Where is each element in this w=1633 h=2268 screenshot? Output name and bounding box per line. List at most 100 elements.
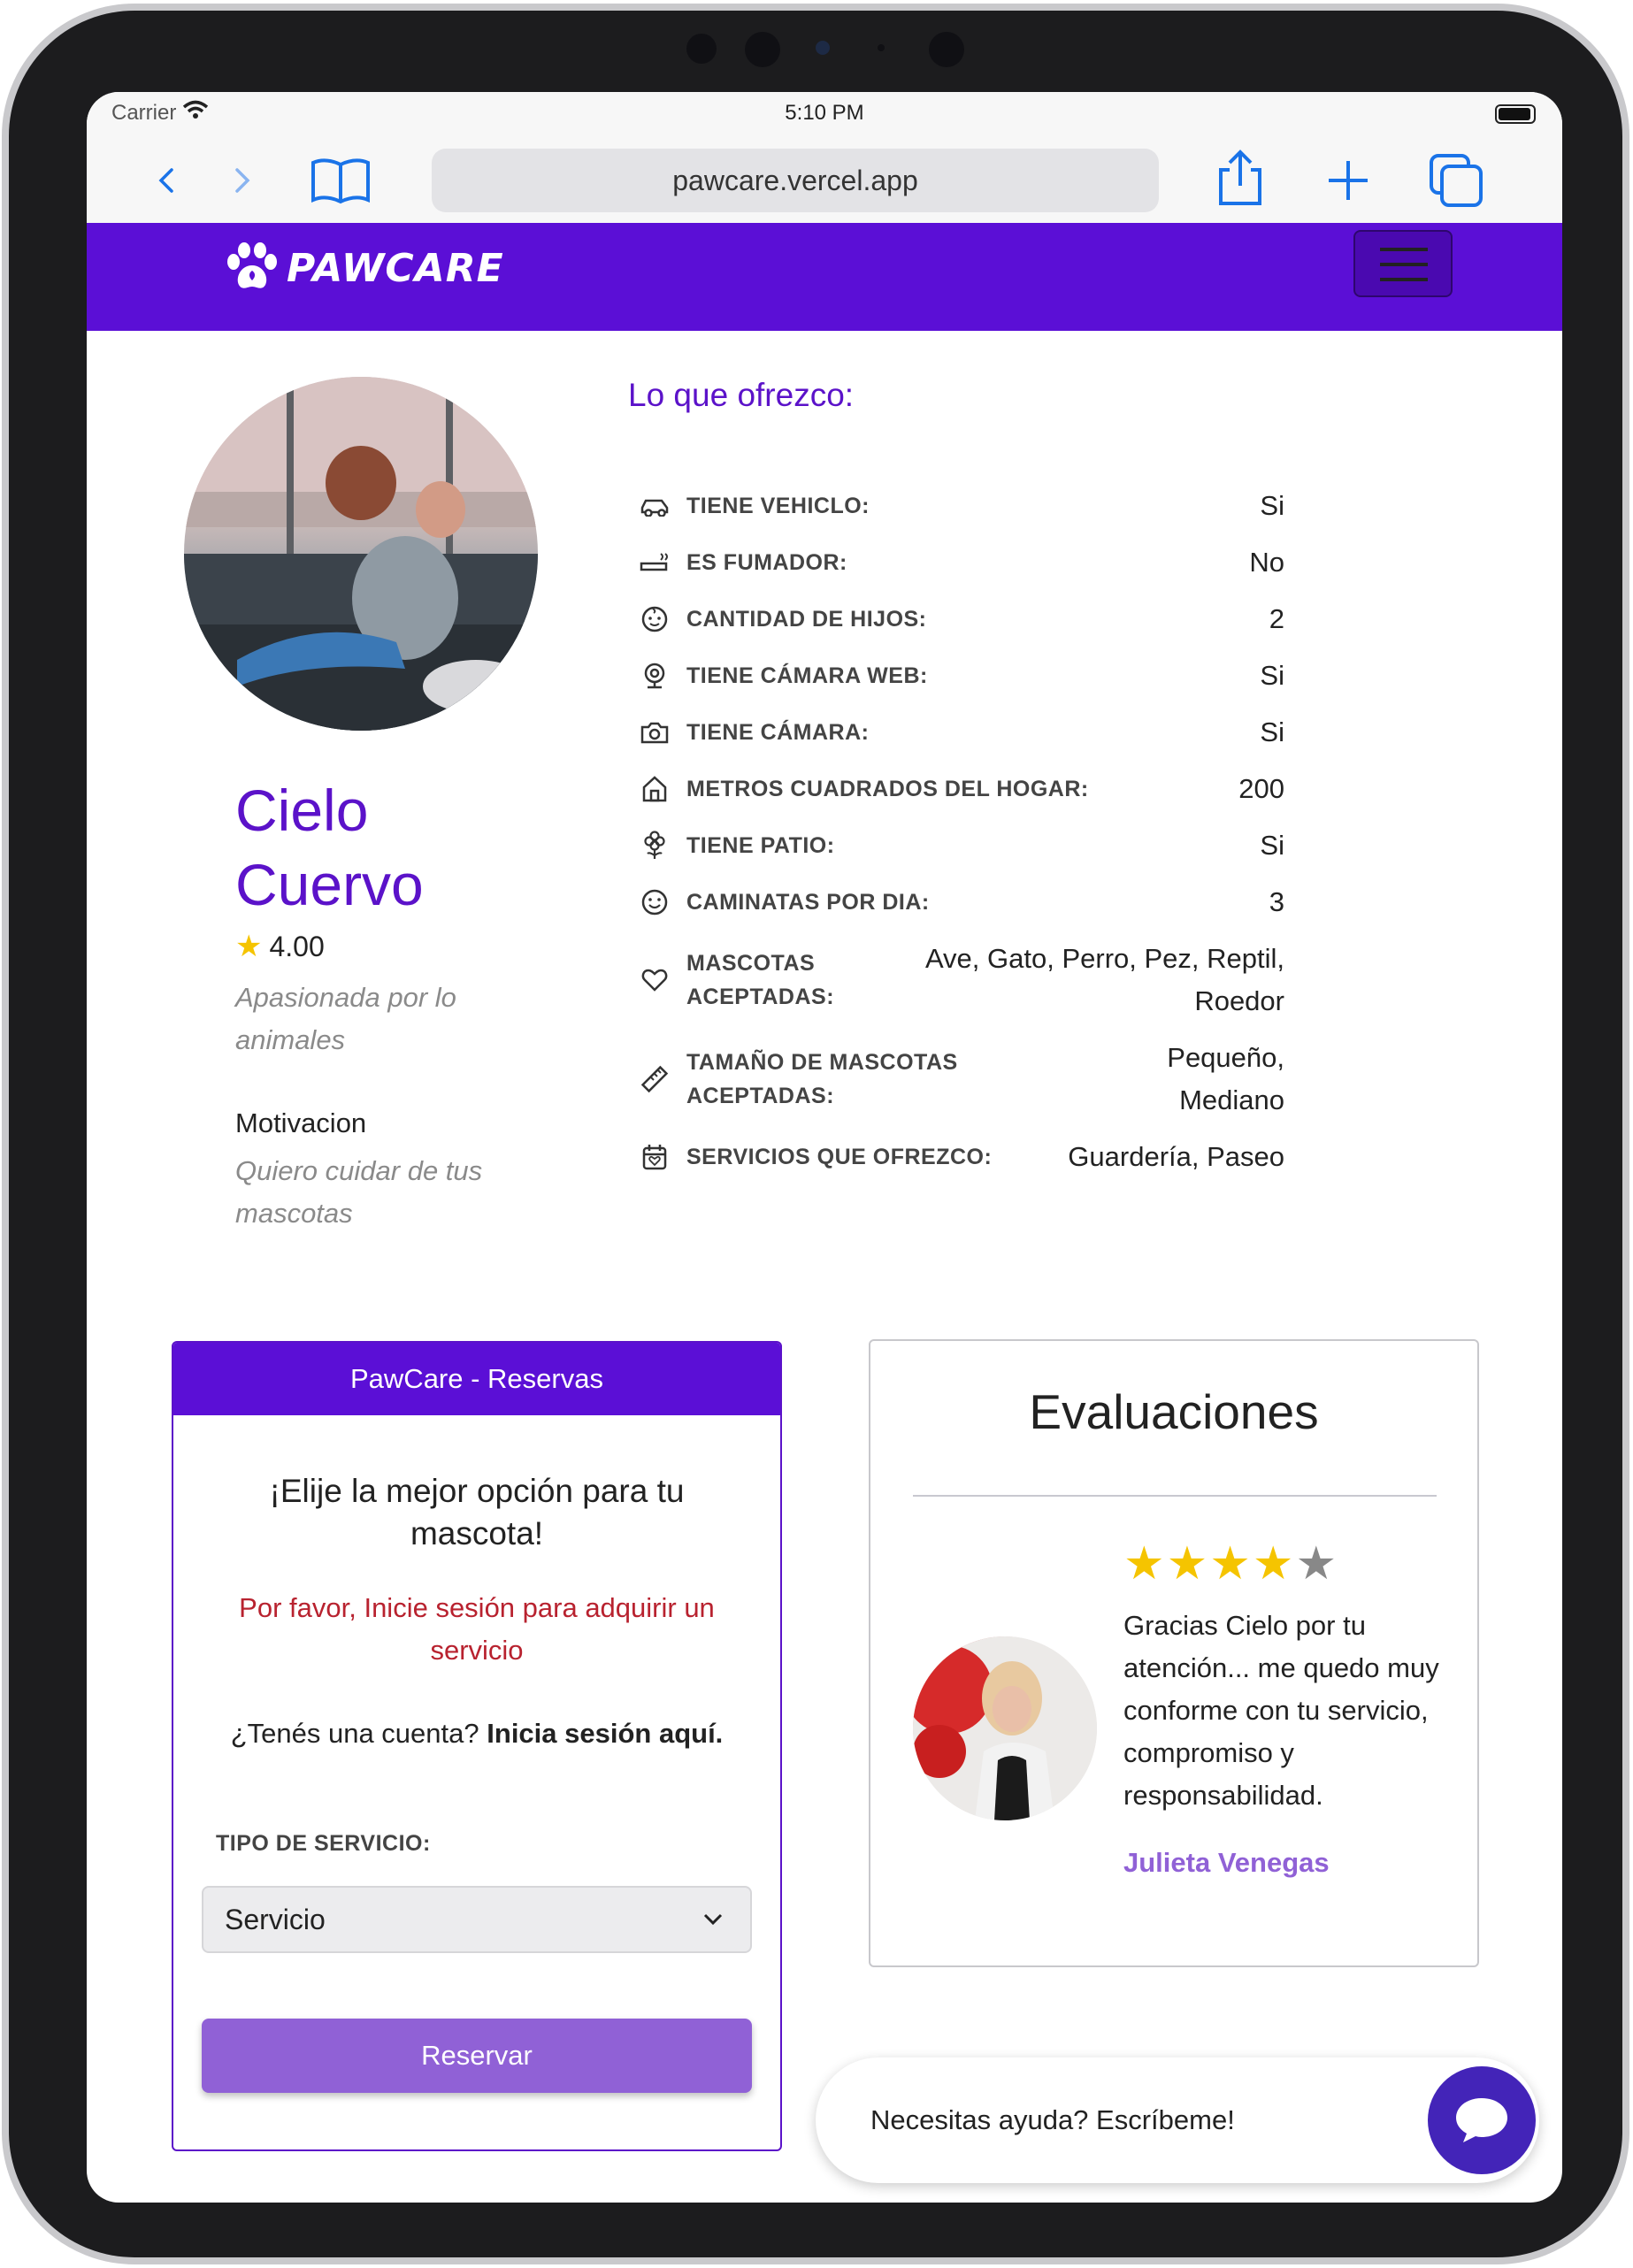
url-bar[interactable]: pawcare.vercel.app (432, 149, 1159, 212)
star-icon: ★ (1123, 1538, 1167, 1590)
offer-label: CAMINATAS POR DIA: (686, 890, 930, 915)
evaluations-card: Evaluaciones ★★★★★ Gracias Cielo por tu … (869, 1339, 1479, 1967)
offer-value: Ave, Gato, Perro, Pez, Reptil, Roedor (924, 943, 1284, 1016)
evaluations-title: Evaluaciones (1029, 1384, 1319, 1439)
heart-icon (639, 964, 671, 996)
offer-label: TAMAÑO DE MASCOTAS ACEPTADAS: (686, 1050, 958, 1108)
offer-label: CANTIDAD DE HIJOS: (686, 607, 927, 632)
smoking-icon (639, 547, 671, 578)
star-icon: ★ (1252, 1538, 1296, 1590)
tabs-icon[interactable] (1428, 152, 1484, 209)
star-icon: ★ (235, 930, 263, 963)
tablet-frame: Carrier 5:10 PM pawcare.vercel.app PAWCA… (2, 4, 1629, 2264)
webcam-icon (639, 660, 671, 692)
login-link[interactable]: Inicia sesión aquí. (487, 1718, 723, 1749)
offer-label: ES FUMADOR: (686, 550, 847, 575)
offer-value: 3 (1269, 886, 1284, 917)
offer-value: No (1249, 547, 1284, 578)
star-icon: ★ (1295, 1538, 1339, 1590)
forward-icon[interactable] (234, 166, 251, 195)
star-icon: ★ (1209, 1538, 1253, 1590)
booking-header: PawCare - Reservas (173, 1343, 780, 1415)
camera-icon (639, 716, 671, 748)
back-icon[interactable] (157, 166, 175, 195)
offer-value: Si (1260, 660, 1284, 691)
service-type-select[interactable]: Servicio (202, 1886, 752, 1953)
brand-name: PAWCARE (287, 245, 504, 291)
camera-sensor (878, 44, 885, 51)
flower-icon (639, 830, 671, 862)
chat-bubble-icon (1456, 2098, 1507, 2142)
offer-label: MASCOTAS ACEPTADAS: (686, 951, 835, 1009)
new-tab-icon[interactable] (1325, 157, 1371, 203)
offer-row-walks: CAMINATAS POR DIA: 3 (639, 881, 1284, 923)
browser-toolbar: pawcare.vercel.app (87, 136, 1562, 225)
hamburger-line (1380, 248, 1428, 251)
offer-value: 200 (1238, 773, 1284, 804)
camera-lens (745, 32, 780, 67)
offer-label: TIENE CÁMARA WEB: (686, 663, 928, 688)
status-time: 5:10 PM (785, 101, 864, 125)
chevron-down-icon (703, 1913, 723, 1926)
review-text: Gracias Cielo por tu atención... me qued… (1123, 1610, 1439, 1811)
offer-row-camera: TIENE CÁMARA: Si (639, 711, 1284, 754)
battery-icon (1495, 104, 1536, 124)
profile-bio: Apasionada por lo animales (235, 982, 456, 1055)
hamburger-line (1380, 278, 1428, 281)
profile-avatar (184, 377, 538, 731)
offer-row-children: CANTIDAD DE HIJOS: 2 (639, 598, 1284, 640)
baby-icon (639, 603, 671, 635)
offer-label: TIENE CÁMARA: (686, 720, 870, 745)
booking-card: PawCare - Reservas ¡Elije la mejor opció… (172, 1341, 782, 2151)
smile-icon (639, 886, 671, 918)
chat-prompt: Necesitas ayuda? Escríbeme! (870, 2104, 1235, 2135)
status-bar: Carrier 5:10 PM (87, 92, 1562, 136)
profile-photo (184, 377, 538, 731)
home-icon (639, 773, 671, 805)
paw-icon (227, 242, 277, 288)
divider (913, 1495, 1437, 1497)
review-stars: ★★★★★ (1123, 1537, 1338, 1590)
profile-name: Cielo Cuervo (235, 778, 424, 917)
offer-value: Guardería, Paseo (1068, 1141, 1284, 1172)
login-question: ¿Tenés una cuenta? (230, 1718, 479, 1749)
camera-sensor (816, 41, 830, 55)
service-selected-value: Servicio (225, 1904, 326, 1935)
booking-title: ¡Elije la mejor opción para tu mascota! (269, 1473, 685, 1552)
review-author[interactable]: Julieta Venegas (1123, 1847, 1330, 1879)
menu-toggle-button[interactable] (1353, 230, 1453, 297)
login-prompt: ¿Tenés una cuenta? Inicia sesión aquí. (191, 1718, 763, 1750)
offer-row-vehicle: TIENE VEHICLO: Si (639, 485, 1284, 527)
offers-title: Lo que ofrezco: (628, 377, 855, 413)
offer-value: Si (1260, 716, 1284, 747)
offer-label: TIENE VEHICLO: (686, 494, 870, 518)
reviewer-avatar (913, 1636, 1097, 1820)
offer-row-home-size: METROS CUADRADOS DEL HOGAR: 200 (639, 768, 1284, 810)
calendar-icon (639, 1141, 671, 1173)
offer-value: Si (1260, 830, 1284, 861)
offer-label: TIENE PATIO: (686, 833, 835, 858)
offer-label: SERVICIOS QUE OFREZCO: (686, 1145, 993, 1169)
reviewer-photo (913, 1636, 1097, 1820)
offer-row-yard: TIENE PATIO: Si (639, 824, 1284, 867)
star-icon: ★ (1166, 1538, 1210, 1590)
login-required-message: Por favor, Inicie sesión para adquirir u… (239, 1592, 715, 1666)
camera-lens (686, 34, 717, 64)
reserve-button[interactable]: Reservar (202, 2019, 752, 2093)
offer-value: Si (1260, 490, 1284, 521)
chat-button[interactable] (1428, 2066, 1536, 2174)
bookmarks-icon[interactable] (310, 156, 372, 205)
offer-row-smoker: ES FUMADOR: No (639, 541, 1284, 584)
offer-row-services: SERVICIOS QUE OFREZCO: Guardería, Paseo (639, 1136, 1284, 1178)
brand-logo[interactable]: PAWCARE (225, 242, 504, 294)
screen: Carrier 5:10 PM pawcare.vercel.app PAWCA… (87, 92, 1562, 2203)
motivation-text: Quiero cuidar de tus mascotas (235, 1155, 483, 1229)
service-type-label: TIPO DE SERVICIO: (216, 1831, 431, 1856)
car-icon (639, 490, 671, 522)
offer-row-pet-size: TAMAÑO DE MASCOTAS ACEPTADAS: Pequeño, M… (639, 1037, 1284, 1122)
chat-widget[interactable]: Necesitas ayuda? Escríbeme! (816, 2057, 1539, 2183)
share-icon[interactable] (1215, 147, 1265, 209)
camera-lens (929, 32, 964, 67)
offer-label: METROS CUADRADOS DEL HOGAR: (686, 777, 1089, 801)
offer-row-webcam: TIENE CÁMARA WEB: Si (639, 655, 1284, 697)
